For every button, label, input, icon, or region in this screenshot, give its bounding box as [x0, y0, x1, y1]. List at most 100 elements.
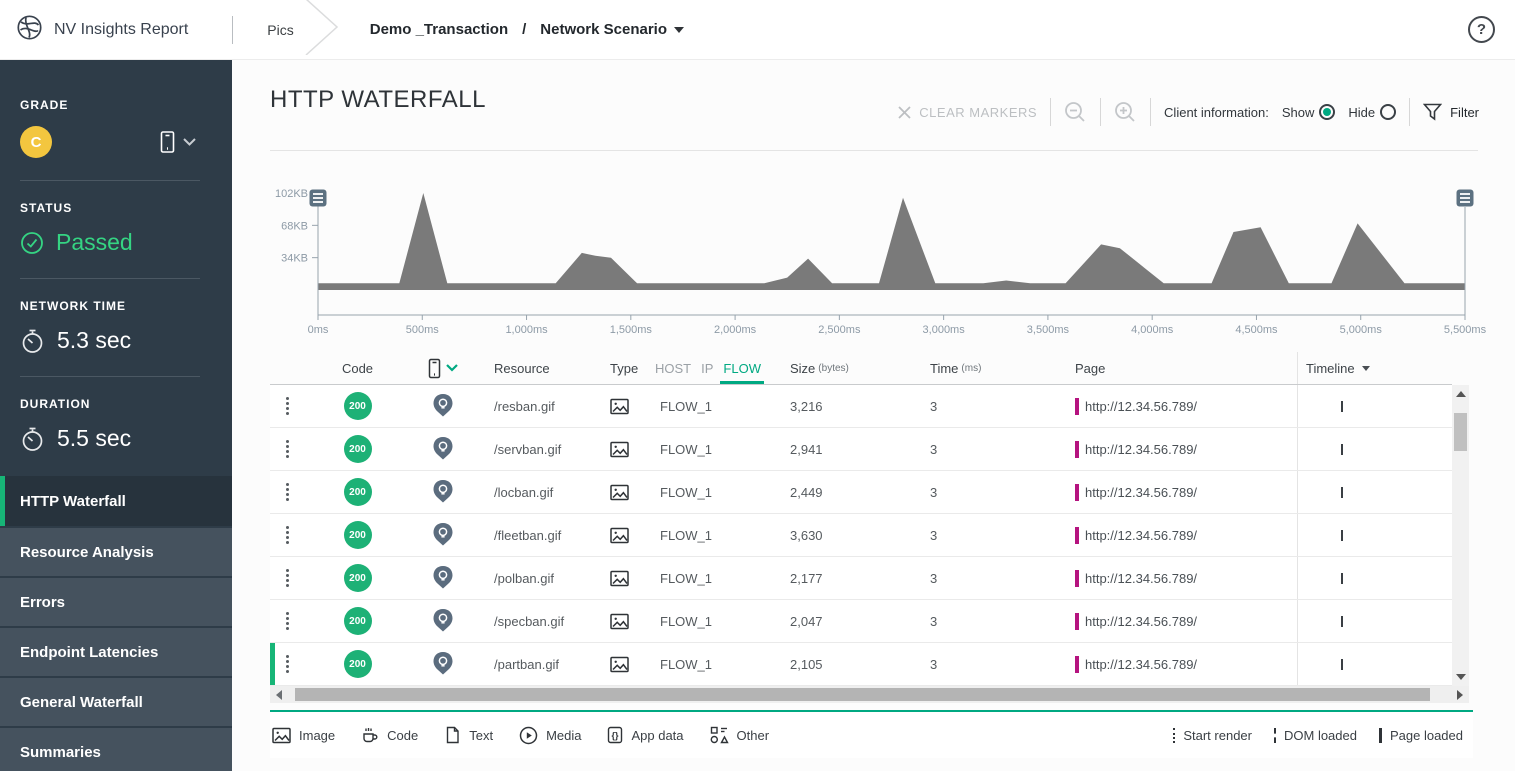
- sidebar-item-resource-analysis[interactable]: Resource Analysis: [0, 526, 232, 576]
- duration-label: DURATION: [20, 397, 216, 411]
- right-marker-handle[interactable]: [1457, 190, 1474, 207]
- size-cell: 3,216: [780, 385, 920, 427]
- time-cell: 3: [920, 643, 1060, 685]
- svg-text:34KB: 34KB: [281, 253, 308, 265]
- col-client-header-dropdown[interactable]: [405, 352, 480, 384]
- size-cell: 2,941: [780, 428, 920, 470]
- table-row[interactable]: 200 /fleetban.gif FLOW_1 3,630 3 http://…: [270, 514, 1452, 557]
- page-url: http://12.34.56.789/: [1085, 528, 1197, 543]
- size-cell: 3,630: [780, 514, 920, 556]
- type-cell: [610, 514, 655, 556]
- show-radio-label: Show: [1282, 105, 1315, 120]
- kebab-menu-icon[interactable]: [286, 440, 289, 458]
- grade-client-dropdown[interactable]: [160, 130, 196, 154]
- col-grouping-toggle: HOST IP FLOW: [655, 352, 780, 384]
- client-info-hide-radio[interactable]: Hide: [1348, 104, 1396, 120]
- network-time-label: NETWORK TIME: [20, 299, 216, 313]
- row-actions-cell: [270, 428, 310, 470]
- zoom-in-button[interactable]: [1114, 101, 1137, 124]
- col-timeline-header[interactable]: Timeline: [1297, 352, 1452, 384]
- left-marker-handle[interactable]: [310, 190, 327, 207]
- vertical-scrollbar[interactable]: [1452, 385, 1469, 686]
- location-pin-icon[interactable]: [432, 565, 454, 591]
- resource-cell: /specban.gif: [480, 600, 610, 642]
- zoom-out-button[interactable]: [1064, 101, 1087, 124]
- sidebar-item-general-waterfall[interactable]: General Waterfall: [0, 676, 232, 726]
- location-pin-icon[interactable]: [432, 393, 454, 419]
- kebab-menu-icon[interactable]: [286, 397, 289, 415]
- col-actions-header: [270, 352, 310, 384]
- location-pin-icon[interactable]: [432, 479, 454, 505]
- type-cell: [610, 428, 655, 470]
- sidebar-item-errors[interactable]: Errors: [0, 576, 232, 626]
- location-pin-icon[interactable]: [432, 651, 454, 677]
- scenario-dropdown[interactable]: Network Scenario: [540, 21, 684, 38]
- sidebar-item-summaries[interactable]: Summaries: [0, 726, 232, 771]
- horizontal-scroll-thumb[interactable]: [295, 688, 1430, 701]
- type-cell: [610, 600, 655, 642]
- legend-label: Code: [387, 728, 418, 743]
- help-button[interactable]: ?: [1468, 16, 1495, 43]
- status-code-cell: 200: [310, 471, 405, 513]
- ip-toggle[interactable]: IP: [701, 361, 713, 376]
- breadcrumb-transaction[interactable]: Demo _Transaction: [370, 21, 508, 38]
- toolbar-divider: [1409, 98, 1410, 126]
- table-row[interactable]: 200 /resban.gif FLOW_1 3,216 3 http://12…: [270, 385, 1452, 428]
- kebab-menu-icon[interactable]: [286, 612, 289, 630]
- location-pin-icon[interactable]: [432, 436, 454, 462]
- host-toggle[interactable]: HOST: [655, 361, 691, 376]
- scroll-down-arrow[interactable]: [1452, 670, 1469, 684]
- table-row[interactable]: 200 /polban.gif FLOW_1 2,177 3 http://12…: [270, 557, 1452, 600]
- breadcrumb-separator: /: [522, 21, 526, 38]
- table-row[interactable]: 200 /specban.gif FLOW_1 2,047 3 http://1…: [270, 600, 1452, 643]
- legend-label: Image: [299, 728, 335, 743]
- time-cell: 3: [920, 385, 1060, 427]
- breadcrumb-section[interactable]: Pics: [267, 22, 293, 38]
- flow-toggle[interactable]: FLOW: [723, 361, 761, 376]
- svg-text:{}: {}: [612, 731, 620, 741]
- table-row[interactable]: 200 /servban.gif FLOW_1 2,941 3 http://1…: [270, 428, 1452, 471]
- kebab-menu-icon[interactable]: [286, 526, 289, 544]
- image-type-icon: [610, 484, 629, 501]
- status-code-cell: 200: [310, 557, 405, 599]
- legend-item-media: Media: [519, 726, 581, 745]
- scenario-dropdown-label: Network Scenario: [540, 21, 667, 38]
- sidebar-item-endpoint-latencies[interactable]: Endpoint Latencies: [0, 626, 232, 676]
- table-row[interactable]: 200 /partban.gif FLOW_1 2,105 3 http://1…: [270, 643, 1452, 686]
- sort-caret-icon: [1362, 366, 1370, 371]
- table-row[interactable]: 200 /locban.gif FLOW_1 2,449 3 http://12…: [270, 471, 1452, 514]
- svg-text:2,500ms: 2,500ms: [818, 324, 861, 336]
- kebab-menu-icon[interactable]: [286, 655, 289, 673]
- time-cell: 3: [920, 600, 1060, 642]
- time-cell: 3: [920, 514, 1060, 556]
- page-color-marker: [1075, 656, 1079, 673]
- clear-markers-button[interactable]: CLEAR MARKERS: [898, 105, 1037, 120]
- location-pin-icon[interactable]: [432, 608, 454, 634]
- resource-cell: /servban.gif: [480, 428, 610, 470]
- horizontal-scrollbar[interactable]: [270, 686, 1469, 703]
- location-pin-icon[interactable]: [432, 522, 454, 548]
- scroll-up-arrow[interactable]: [1452, 387, 1469, 401]
- chevron-down-icon: [183, 138, 196, 146]
- other-shapes-icon: [710, 726, 729, 744]
- resource-cell: /partban.gif: [480, 643, 610, 685]
- legend-label: App data: [631, 728, 683, 743]
- scroll-right-arrow[interactable]: [1453, 686, 1467, 703]
- type-cell: [610, 557, 655, 599]
- sidebar-item-http-waterfall[interactable]: HTTP Waterfall: [0, 476, 232, 526]
- client-location-cell: [405, 385, 480, 427]
- legend-item-appdata: {} App data: [607, 726, 683, 744]
- status-code-cell: 200: [310, 643, 405, 685]
- page-loaded-marker: Page loaded: [1379, 728, 1463, 743]
- scroll-left-arrow[interactable]: [272, 686, 286, 703]
- table-header: Code Resource Type HOST IP FLOW Size (by…: [270, 352, 1452, 385]
- vertical-scroll-thumb[interactable]: [1454, 413, 1467, 451]
- grade-badge: C: [20, 126, 52, 158]
- x-ticks: 0ms500ms1,000ms1,500ms2,000ms2,500ms3,00…: [308, 315, 1487, 336]
- kebab-menu-icon[interactable]: [286, 569, 289, 587]
- client-info-show-radio[interactable]: Show: [1282, 104, 1336, 120]
- timeline-cell: [1297, 428, 1452, 470]
- breadcrumb-chevron-icon: [304, 0, 342, 60]
- kebab-menu-icon[interactable]: [286, 483, 289, 501]
- filter-button[interactable]: Filter: [1423, 103, 1479, 121]
